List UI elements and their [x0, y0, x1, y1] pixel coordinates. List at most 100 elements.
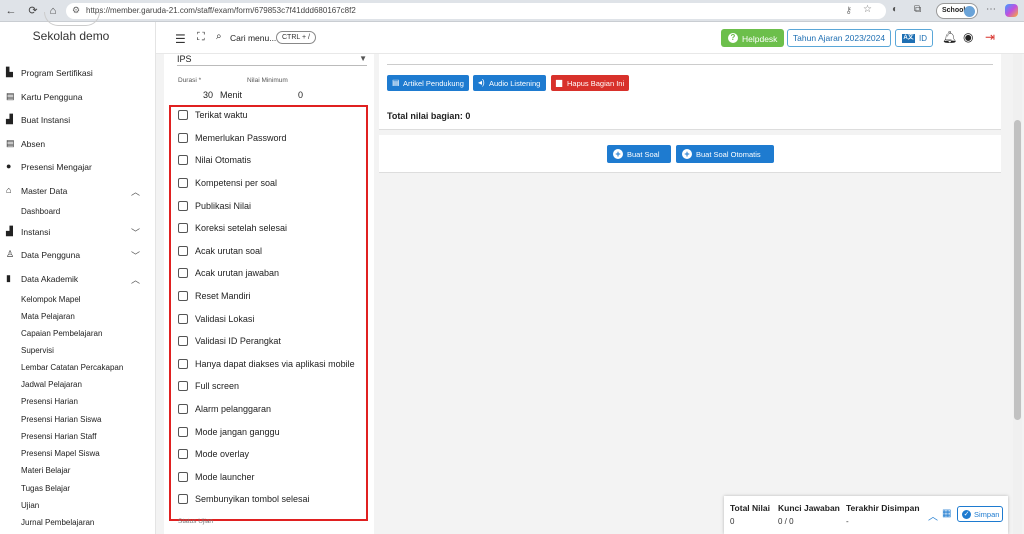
nilai-minimum-input[interactable]: 0 — [298, 90, 303, 100]
create-question-card: + Buat Soal + Buat Soal Otomatis — [379, 135, 1001, 173]
sidebar-subitem[interactable]: Capaian Pembelajaran — [21, 329, 102, 338]
browser-toolbar: ← ⟳ ⌂ ⚙ https://member.garuda-21.com/sta… — [0, 0, 1024, 22]
sidebar-subitem[interactable]: Presensi Harian Siswa — [21, 415, 101, 424]
translate-icon: A文 — [902, 34, 915, 43]
sidebar-item-presensi-mengajar[interactable]: ● Presensi Mengajar — [6, 161, 140, 175]
sidebar-subitem[interactable]: Jadwal Pelajaran — [21, 380, 82, 389]
collections-icon[interactable]: ⧉ — [914, 4, 921, 15]
option-alarm-pelanggaran[interactable]: Alarm pelanggaran — [178, 403, 363, 416]
sidebar-subitem[interactable]: Presensi Harian — [21, 397, 78, 406]
profile-button[interactable]: School — [936, 3, 978, 19]
sidebar-item-data-akademik[interactable]: ▮ Data Akademik ︿ — [6, 273, 140, 287]
total-nilai-bagian: Total nilai bagian: 0 — [387, 111, 471, 121]
checkbox[interactable] — [178, 359, 188, 369]
checkbox[interactable] — [178, 201, 188, 211]
option-mode-jangan-ganggu[interactable]: Mode jangan ganggu — [178, 426, 363, 439]
fullscreen-icon[interactable]: ⛶ — [197, 31, 205, 44]
sidebar-item-kartu-pengguna[interactable]: ▤ Kartu Pengguna — [6, 91, 140, 105]
academic-year-button[interactable]: Tahun Ajaran 2023/2024 — [787, 29, 891, 47]
address-bar[interactable]: ⚙ https://member.garuda-21.com/staff/exa… — [66, 3, 886, 19]
option-kompetensi-per-soal[interactable]: Kompetensi per soal — [178, 177, 363, 190]
option-publikasi-nilai[interactable]: Publikasi Nilai — [178, 200, 363, 213]
option-terikat-waktu[interactable]: Terikat waktu — [178, 109, 363, 122]
scrollbar-thumb[interactable] — [1014, 120, 1021, 420]
checkbox[interactable] — [178, 178, 188, 188]
checkbox[interactable] — [178, 381, 188, 391]
extensions-icon[interactable]: ◐ — [892, 4, 898, 15]
option-sembunyikan-tombol-selesai[interactable]: Sembunyikan tombol selesai — [178, 493, 363, 506]
audio-listening-button[interactable]: ◂) Audio Listening — [473, 75, 546, 91]
checkbox[interactable] — [178, 427, 188, 437]
checkbox[interactable] — [178, 494, 188, 504]
sidebar-subitem[interactable]: Mata Pelajaran — [21, 312, 75, 321]
checkbox[interactable] — [178, 110, 188, 120]
sidebar-subitem[interactable]: Lembar Catatan Percakapan — [21, 363, 123, 372]
subject-select[interactable]: IPS ▼ — [177, 54, 367, 66]
checkbox[interactable] — [178, 268, 188, 278]
option-full-screen[interactable]: Full screen — [178, 380, 363, 393]
plus-icon: + — [682, 149, 692, 159]
search-menu-label[interactable]: Cari menu... — [230, 33, 276, 43]
option-validasi-id-perangkat[interactable]: Validasi ID Perangkat — [178, 335, 363, 348]
option-validasi-lokasi[interactable]: Validasi Lokasi — [178, 313, 363, 326]
reload-icon[interactable]: ⟳ — [26, 4, 40, 18]
checkbox[interactable] — [178, 404, 188, 414]
option-mode-launcher[interactable]: Mode launcher — [178, 471, 363, 484]
sidebar-item-data-pengguna[interactable]: ♙ Data Pengguna ﹀ — [6, 249, 140, 263]
sidebar-subitem[interactable]: Materi Belajar — [21, 466, 70, 475]
buat-soal-button[interactable]: + Buat Soal — [607, 145, 671, 163]
sidebar-subitem[interactable]: Presensi Harian Staff — [21, 432, 96, 441]
option-mode-overlay[interactable]: Mode overlay — [178, 448, 363, 461]
checkbox[interactable] — [178, 449, 188, 459]
checkbox[interactable] — [178, 314, 188, 324]
option-akses-mobile[interactable]: Hanya dapat diakses via aplikasi mobile — [178, 358, 363, 371]
trash-icon: ▆ — [556, 78, 563, 87]
helpdesk-button[interactable]: ? Helpdesk — [721, 29, 784, 47]
option-koreksi-setelah-selesai[interactable]: Koreksi setelah selesai — [178, 222, 363, 235]
key-icon[interactable]: ⚷ — [845, 5, 852, 16]
menu-icon[interactable]: ☰ — [175, 32, 186, 46]
sidebar-subitem-dashboard[interactable]: Dashboard — [21, 207, 60, 216]
search-icon[interactable]: ⌕ — [216, 31, 222, 42]
option-acak-urutan-jawaban[interactable]: Acak urutan jawaban — [178, 267, 363, 280]
sidebar-item-buat-instansi[interactable]: ▟ Buat Instansi — [6, 114, 140, 128]
sidebar-subitem[interactable]: Kelompok Mapel — [21, 295, 81, 304]
sidebar-subitem[interactable]: Ujian — [21, 501, 39, 510]
sidebar-item-absen[interactable]: ▤ Absen — [6, 138, 140, 152]
option-acak-urutan-soal[interactable]: Acak urutan soal — [178, 245, 363, 258]
checkbox[interactable] — [178, 246, 188, 256]
sidebar-item-instansi[interactable]: ▟ Instansi ﹀ — [6, 226, 140, 240]
option-nilai-otomatis[interactable]: Nilai Otomatis — [178, 154, 363, 167]
checkbox[interactable] — [178, 223, 188, 233]
checkbox[interactable] — [178, 472, 188, 482]
checkbox[interactable] — [178, 133, 188, 143]
buat-soal-otomatis-button[interactable]: + Buat Soal Otomatis — [676, 145, 774, 163]
option-reset-mandiri[interactable]: Reset Mandiri — [178, 290, 363, 303]
account-icon[interactable]: ◉ — [963, 30, 973, 44]
favorite-star-icon[interactable]: ☆ — [863, 4, 872, 15]
logout-icon[interactable]: ⇥ — [985, 30, 995, 44]
option-memerlukan-password[interactable]: Memerlukan Password — [178, 132, 363, 145]
sidebar-subitem[interactable]: Supervisi — [21, 346, 54, 355]
sidebar-item-program-sertifikasi[interactable]: ▙ Program Sertifikasi — [6, 67, 140, 81]
artikel-pendukung-button[interactable]: ▤ Artikel Pendukung — [387, 75, 469, 91]
grid-icon[interactable]: ▦ — [942, 508, 951, 519]
school-logo-frame — [44, 12, 100, 26]
language-button[interactable]: A文 ID — [895, 29, 933, 47]
checkbox[interactable] — [178, 155, 188, 165]
simpan-button[interactable]: ✓ Simpan — [957, 506, 1003, 522]
sidebar-subitem[interactable]: Tugas Belajar — [21, 484, 70, 493]
chevron-up-icon[interactable]: ︿ — [928, 508, 938, 523]
checkbox[interactable] — [178, 336, 188, 346]
back-icon[interactable]: ← — [4, 4, 18, 18]
copilot-icon[interactable] — [1005, 4, 1018, 17]
sidebar-item-master-data[interactable]: ⌂ Master Data ︿ — [6, 185, 140, 199]
more-icon[interactable]: ⋯ — [986, 4, 996, 15]
help-icon: ? — [728, 33, 738, 43]
checkbox[interactable] — [178, 291, 188, 301]
hapus-bagian-button[interactable]: ▆ Hapus Bagian Ini — [551, 75, 629, 91]
sidebar-subitem[interactable]: Jurnal Pembelajaran — [21, 518, 94, 527]
sidebar-subitem[interactable]: Presensi Mapel Siswa — [21, 449, 100, 458]
durasi-input[interactable]: 30 — [203, 90, 213, 100]
notification-bell-icon[interactable]: 🔔︎ — [942, 30, 957, 44]
